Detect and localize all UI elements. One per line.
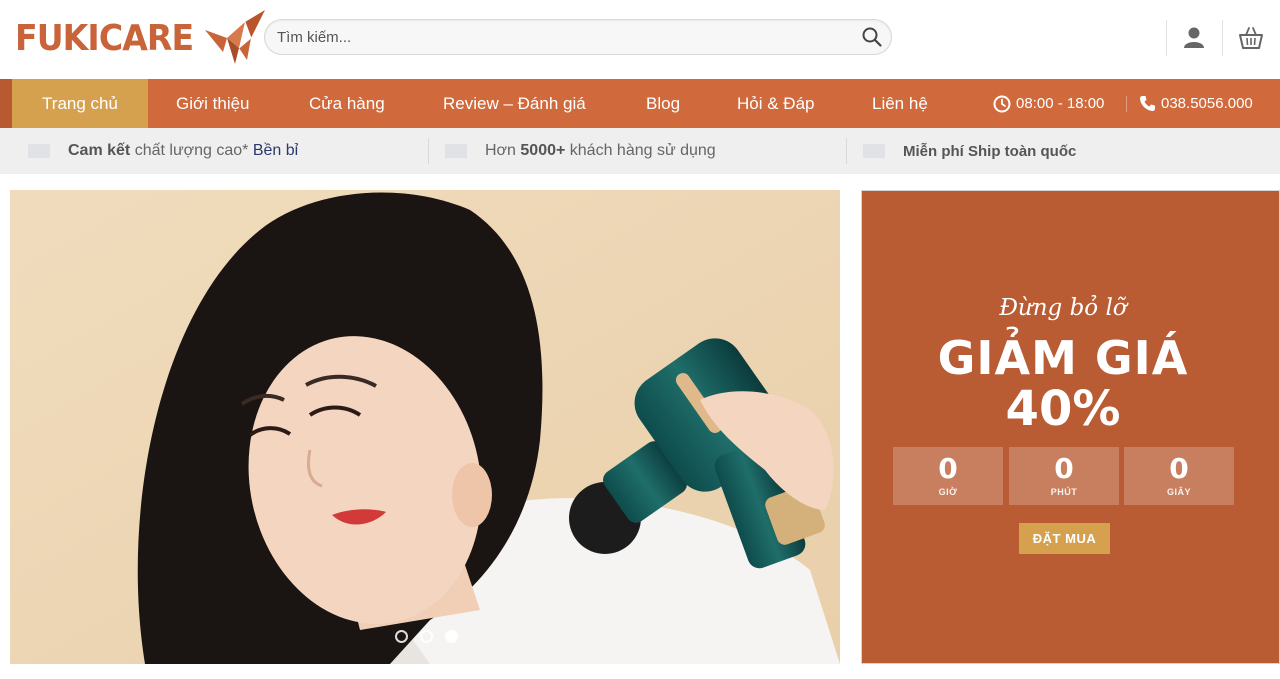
countdown-label: GIÂY bbox=[1166, 487, 1191, 497]
nav-divider bbox=[1126, 96, 1127, 112]
hero-image-massage-gun bbox=[10, 190, 840, 664]
countdown-label: PHÚT bbox=[1050, 487, 1078, 497]
countdown-value: 0 bbox=[1054, 452, 1074, 485]
slider-dot-active[interactable] bbox=[445, 630, 458, 643]
search-input[interactable] bbox=[277, 20, 857, 54]
phone-contact[interactable]: 038.5056.000 bbox=[1139, 79, 1253, 128]
hours-text: 08:00 - 18:00 bbox=[1016, 95, 1105, 112]
site-header: FUKICARE bbox=[0, 0, 1280, 79]
nav-item-faq[interactable]: Hỏi & Đáp bbox=[737, 79, 814, 128]
logo[interactable]: FUKICARE bbox=[15, 8, 267, 68]
nav-item-home[interactable]: Trang chủ bbox=[12, 79, 148, 128]
search-box bbox=[264, 19, 892, 55]
promise-divider bbox=[846, 138, 847, 164]
promise-bar: Cam kết chất lượng cao* Bền bỉ Hơn 5000+… bbox=[0, 128, 1280, 174]
logo-text: FUKICARE bbox=[15, 17, 194, 59]
phone-icon bbox=[1140, 96, 1155, 111]
slider-dots bbox=[395, 630, 458, 643]
hero-slider[interactable] bbox=[10, 190, 840, 664]
countdown-seconds: 0 GIÂY bbox=[1124, 447, 1234, 505]
promise-bold: Miễn phí Ship toàn quốc bbox=[903, 142, 1077, 160]
slider-dot[interactable] bbox=[420, 630, 433, 643]
user-icon[interactable] bbox=[1181, 25, 1207, 51]
slider-dot[interactable] bbox=[395, 630, 408, 643]
promo-script-text: Đừng bỏ lỡ bbox=[999, 295, 1127, 321]
nav-item-review[interactable]: Review – Đánh giá bbox=[443, 79, 586, 128]
countdown-minutes: 0 PHÚT bbox=[1009, 447, 1119, 505]
header-divider bbox=[1222, 20, 1223, 56]
promise-shipping: Miễn phí Ship toàn quốc bbox=[863, 128, 1076, 174]
promise-image bbox=[445, 144, 467, 158]
promo-banner: Đừng bỏ lỡ GIẢM GIÁ 40% 0 GIỜ 0 PHÚT 0 G… bbox=[861, 190, 1280, 664]
nav-item-contact[interactable]: Liên hệ bbox=[872, 79, 928, 128]
promise-image bbox=[28, 144, 50, 158]
countdown-hours: 0 GIỜ bbox=[893, 447, 1003, 505]
nav-edge bbox=[0, 79, 12, 128]
promo-percent: 40% bbox=[1005, 381, 1121, 437]
promise-image bbox=[863, 144, 885, 158]
countdown-value: 0 bbox=[1169, 452, 1189, 485]
nav-item-blog[interactable]: Blog bbox=[646, 79, 680, 128]
promo-title: GIẢM GIÁ bbox=[937, 331, 1189, 385]
promise-text: Hơn bbox=[485, 142, 521, 159]
main-nav: Trang chủ Giới thiệu Cửa hàng Review – Đ… bbox=[0, 79, 1280, 128]
promise-text: khách hàng sử dụng bbox=[565, 142, 716, 159]
countdown-label: GIỜ bbox=[938, 487, 958, 497]
promise-quality: Cam kết chất lượng cao* Bền bỉ bbox=[28, 128, 298, 174]
promise-customers: Hơn 5000+ khách hàng sử dụng bbox=[445, 128, 716, 174]
promise-text: chất lượng cao* bbox=[130, 142, 253, 159]
promise-bold: Cam kết bbox=[68, 142, 131, 159]
origami-bird-icon bbox=[204, 10, 265, 64]
phone-number[interactable]: 038.5056.000 bbox=[1161, 95, 1253, 112]
nav-item-shop[interactable]: Cửa hàng bbox=[309, 79, 385, 128]
countdown-value: 0 bbox=[938, 452, 958, 485]
promise-highlight: Bền bỉ bbox=[252, 142, 299, 159]
clock-icon bbox=[993, 95, 1011, 112]
promise-divider bbox=[428, 138, 429, 164]
basket-icon[interactable] bbox=[1238, 25, 1264, 51]
search-icon[interactable] bbox=[861, 26, 883, 48]
header-divider bbox=[1166, 20, 1167, 56]
opening-hours: 08:00 - 18:00 bbox=[993, 79, 1104, 128]
nav-item-about[interactable]: Giới thiệu bbox=[176, 79, 250, 128]
buy-now-button[interactable]: ĐẶT MUA bbox=[1019, 523, 1110, 554]
promise-bold: 5000+ bbox=[520, 142, 566, 159]
